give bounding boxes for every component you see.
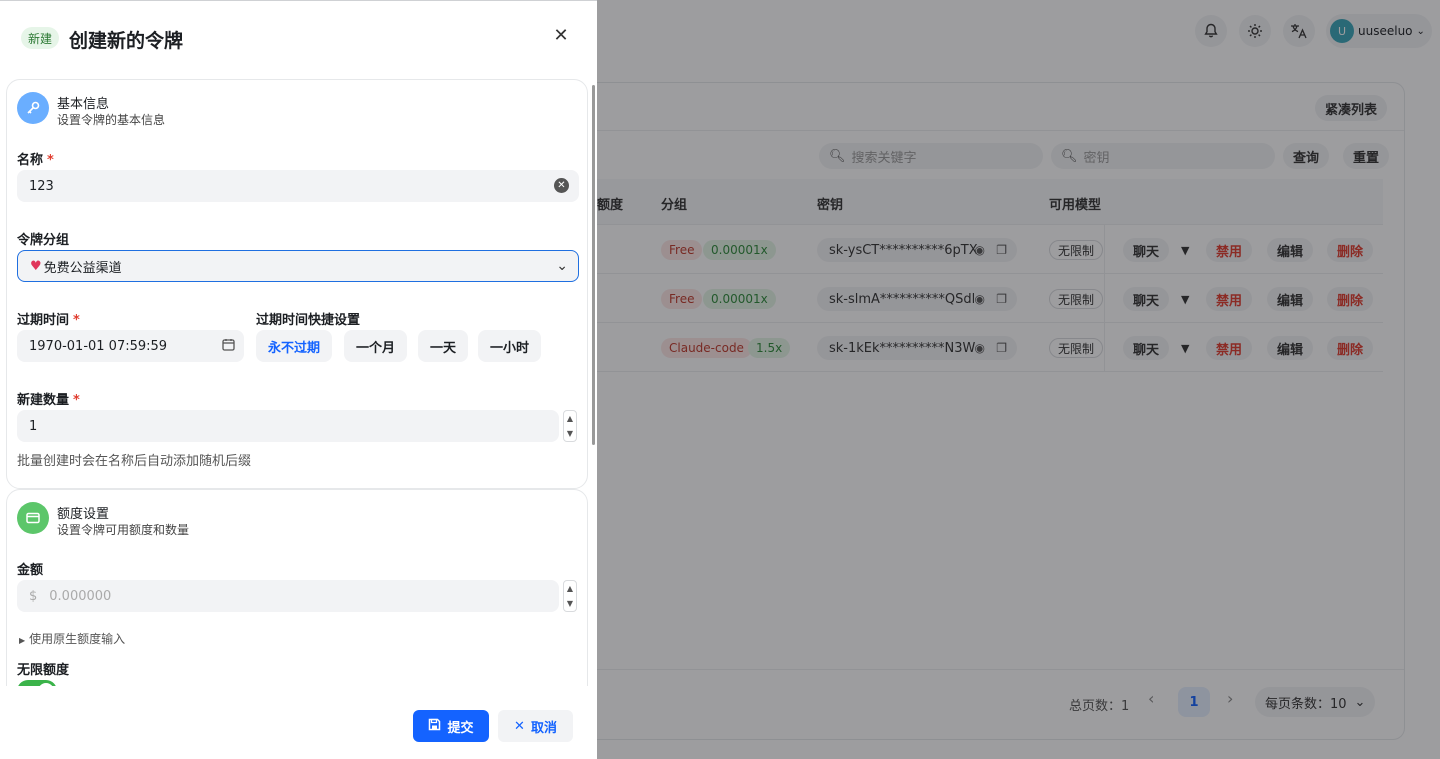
new-badge: 新建 xyxy=(21,27,60,49)
one-day-button[interactable]: 一天 xyxy=(418,330,469,362)
submit-button[interactable]: 提交 xyxy=(413,710,489,742)
save-icon xyxy=(428,718,441,735)
section-subtitle: 设置令牌可用额度和数量 xyxy=(57,523,190,537)
amount-label: 金额 xyxy=(17,563,44,578)
unlimited-label: 无限额度 xyxy=(17,663,70,678)
count-label: 新建数量 * xyxy=(17,393,80,408)
chevron-up-icon[interactable]: ▲ xyxy=(567,584,573,593)
name-label: 名称 * xyxy=(17,153,54,168)
native-quota-toggle[interactable]: ▶ 使用原生额度输入 xyxy=(19,630,125,647)
basic-info-section: 基本信息 设置令牌的基本信息 名称 * 123 ✕ 令牌分组 ♥ 免费公益渠道 ⌄… xyxy=(6,79,588,489)
drawer-title: 创建新的令牌 xyxy=(69,30,184,52)
quota-section: 额度设置 设置令牌可用额度和数量 金额 $ 0.000000 ▲ ▼ ▶ 使用原生… xyxy=(6,489,588,686)
drawer-body[interactable]: 基本信息 设置令牌的基本信息 名称 * 123 ✕ 令牌分组 ♥ 免费公益渠道 ⌄… xyxy=(0,75,597,686)
section-title: 额度设置 xyxy=(57,507,110,522)
caret-right-icon: ▶ xyxy=(19,636,26,645)
clear-icon[interactable]: ✕ xyxy=(554,178,569,193)
amount-stepper[interactable]: ▲ ▼ xyxy=(563,580,577,612)
chevron-down-icon: ⌄ xyxy=(556,258,568,274)
key-icon xyxy=(17,92,49,124)
drawer-footer: 提交 ✕ 取消 xyxy=(0,686,597,759)
calendar-icon[interactable] xyxy=(222,338,235,355)
name-input[interactable]: 123 ✕ xyxy=(17,170,579,202)
amount-input[interactable]: $ 0.000000 xyxy=(17,580,559,612)
close-icon: ✕ xyxy=(514,718,525,734)
section-subtitle: 设置令牌的基本信息 xyxy=(57,113,166,127)
chevron-up-icon[interactable]: ▲ xyxy=(567,414,573,423)
one-hour-button[interactable]: 一小时 xyxy=(478,330,542,362)
group-select[interactable]: ♥ 免费公益渠道 ⌄ xyxy=(17,250,579,282)
cancel-button[interactable]: ✕ 取消 xyxy=(498,710,573,742)
count-hint: 批量创建时会在名称后自动添加随机后缀 xyxy=(17,454,252,469)
section-title: 基本信息 xyxy=(57,97,110,112)
quick-expire-label: 过期时间快捷设置 xyxy=(256,313,361,328)
chevron-down-icon[interactable]: ▼ xyxy=(567,429,573,438)
count-stepper[interactable]: ▲ ▼ xyxy=(563,410,577,442)
expire-date-input[interactable]: 1970-01-01 07:59:59 xyxy=(17,330,244,362)
one-month-button[interactable]: 一个月 xyxy=(344,330,408,362)
drawer-header: 新建 创建新的令牌 ✕ xyxy=(0,1,597,75)
create-token-drawer: 新建 创建新的令牌 ✕ 基本信息 设置令牌的基本信息 名称 * 123 ✕ 令牌分… xyxy=(0,0,597,759)
currency-prefix: $ xyxy=(29,588,38,604)
credit-card-icon xyxy=(17,502,49,534)
expire-label: 过期时间 * xyxy=(17,313,80,328)
close-icon[interactable]: ✕ xyxy=(551,25,571,46)
scrollbar[interactable] xyxy=(592,85,595,445)
group-label: 令牌分组 xyxy=(17,233,70,248)
count-input[interactable]: 1 xyxy=(17,410,559,442)
never-expire-button[interactable]: 永不过期 xyxy=(256,330,333,362)
heart-icon: ♥ xyxy=(30,258,42,274)
chevron-down-icon[interactable]: ▼ xyxy=(567,599,573,608)
